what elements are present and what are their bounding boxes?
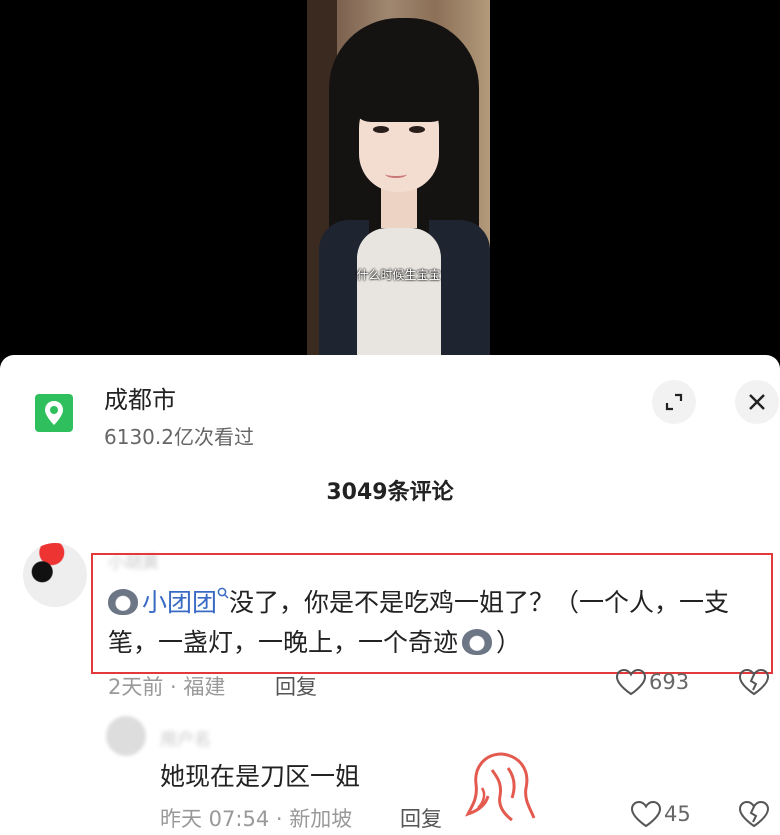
video-subtitle: 什么时候生宝宝	[356, 268, 441, 282]
avatar[interactable]	[23, 543, 87, 607]
like-button[interactable]: 45	[630, 800, 691, 828]
map-pin-icon[interactable]	[35, 394, 73, 432]
comment-meta: 2天前 · 福建	[108, 675, 226, 699]
comment-text: 小团团 没了，你是不是吃鸡一姐了？（一个人，一支笔，一盏灯，一晚上，一个奇迹）	[108, 587, 730, 657]
comment-text: 她现在是刀区一姐	[160, 762, 361, 791]
avatar[interactable]	[106, 716, 146, 756]
watermark-logo	[462, 748, 540, 830]
comment-meta: 昨天 07:54 · 新加坡	[160, 807, 353, 831]
expand-icon	[665, 393, 683, 411]
like-count: 45	[664, 802, 691, 826]
location-views: 6130.2亿次看过	[104, 425, 254, 449]
husky-emoji-icon	[462, 629, 493, 655]
close-button[interactable]	[735, 380, 779, 424]
search-icon	[217, 587, 229, 599]
reply-button[interactable]: 回复	[275, 671, 317, 701]
comment-count: 3049条评论	[326, 480, 454, 505]
video-player[interactable]: 什么时候生宝宝	[0, 0, 780, 370]
like-button[interactable]: 693	[615, 668, 689, 696]
heart-icon	[615, 668, 647, 696]
close-icon	[749, 394, 765, 410]
video-frame[interactable]: 什么时候生宝宝	[307, 0, 490, 370]
expand-button[interactable]	[652, 380, 696, 424]
dislike-button[interactable]	[738, 800, 770, 832]
mention-link[interactable]: 小团团	[142, 588, 217, 617]
location-title[interactable]: 成都市	[104, 380, 176, 415]
heart-icon	[630, 800, 662, 828]
broken-heart-icon	[738, 800, 770, 828]
reply-button[interactable]: 回复	[400, 803, 442, 833]
dislike-button[interactable]	[738, 668, 770, 700]
like-count: 693	[649, 670, 690, 694]
comment-username[interactable]: 用户名	[160, 725, 211, 750]
husky-emoji-icon	[108, 589, 138, 615]
broken-heart-icon	[738, 668, 770, 696]
